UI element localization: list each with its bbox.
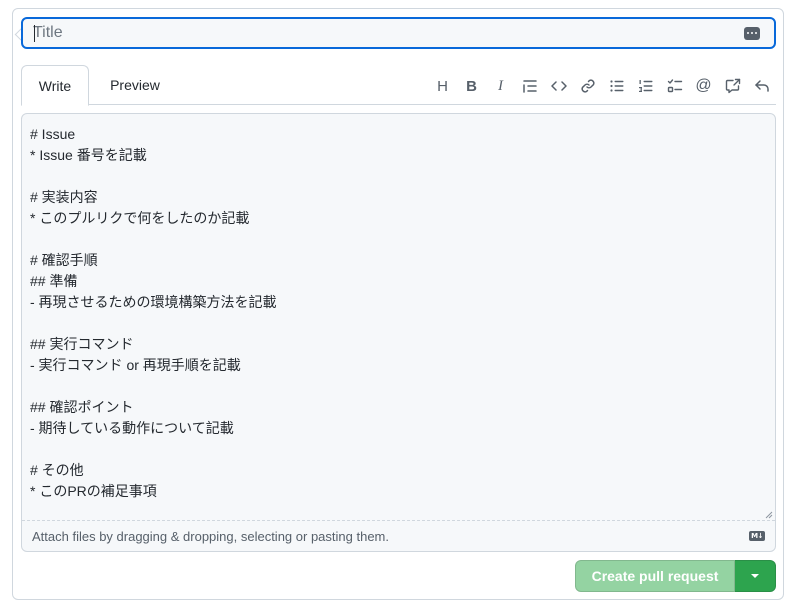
unordered-list-icon[interactable] (602, 75, 631, 97)
mention-icon[interactable]: @ (689, 75, 718, 97)
create-pull-request-group: Create pull request (575, 560, 776, 592)
mention-glyph: @ (695, 77, 712, 94)
heading-icon[interactable]: H (428, 75, 457, 97)
italic-icon[interactable]: I (486, 75, 515, 97)
title-input[interactable] (23, 19, 744, 47)
comment-body-editor: Attach files by dragging & dropping, sel… (21, 113, 776, 552)
create-options-dropdown[interactable] (735, 560, 776, 592)
text-cursor (34, 25, 35, 42)
code-icon[interactable] (544, 75, 573, 97)
italic-glyph: I (498, 77, 503, 94)
heading-glyph: H (437, 77, 448, 95)
attach-files-bar[interactable]: Attach files by dragging & dropping, sel… (22, 520, 775, 551)
markdown-icon[interactable]: M↓ (749, 531, 765, 541)
tab-preview[interactable]: Preview (97, 65, 173, 105)
reply-icon[interactable] (747, 75, 776, 97)
resize-grip-icon[interactable] (765, 511, 773, 519)
pr-body-textarea[interactable] (22, 114, 775, 520)
tab-write[interactable]: Write (21, 65, 89, 106)
create-pull-request-button[interactable]: Create pull request (575, 560, 735, 592)
cross-reference-icon[interactable] (718, 75, 747, 97)
markdown-toolbar: H B I @ (428, 75, 776, 97)
attach-files-text: Attach files by dragging & dropping, sel… (32, 528, 389, 544)
task-list-icon[interactable] (660, 75, 689, 97)
bold-icon[interactable]: B (457, 75, 486, 97)
bold-glyph: B (466, 77, 477, 95)
link-icon[interactable] (573, 75, 602, 97)
chevron-down-icon (751, 574, 759, 578)
title-field[interactable] (21, 17, 776, 49)
autofill-menu-icon[interactable] (744, 26, 760, 40)
quote-icon[interactable] (515, 75, 544, 97)
ordered-list-icon[interactable] (631, 75, 660, 97)
editor-tabs: Write Preview H B I @ (21, 65, 776, 106)
